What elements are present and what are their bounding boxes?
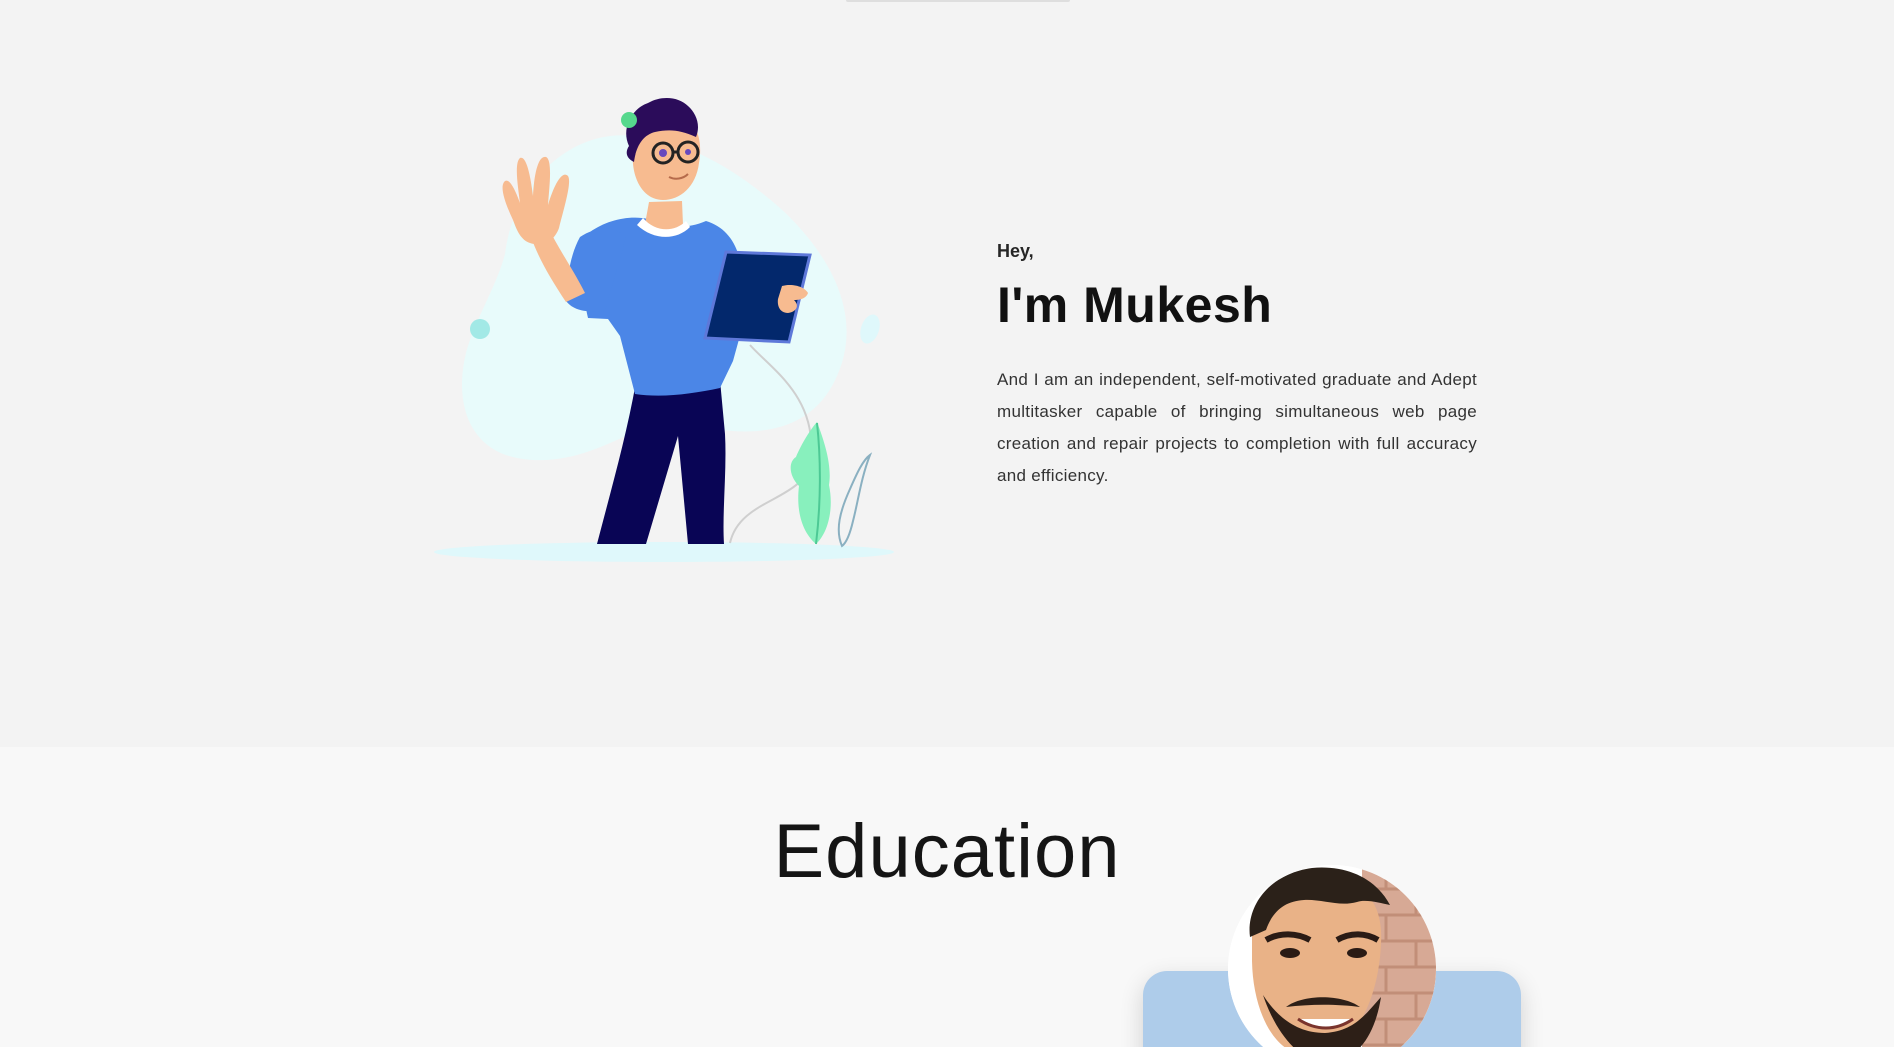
plant-outline: [837, 452, 873, 548]
education-heading: Education: [773, 809, 1121, 894]
illustration-dot-left: [470, 319, 490, 339]
hero-description: And I am an independent, self-motivated …: [997, 370, 1477, 485]
hero-title: I'm Mukesh: [997, 277, 1273, 333]
illustration-ground-shadow: [434, 542, 894, 562]
right-eye: [685, 149, 691, 155]
education-section: Education: [0, 747, 1894, 1047]
waving-person-illustration: [434, 97, 894, 562]
hero-greeting: Hey,: [997, 241, 1034, 261]
illustration-dot-right: [860, 314, 880, 344]
right-eye-photo: [1347, 948, 1367, 958]
top-nav-tab-edge: [846, 0, 1070, 2]
hero-introduction: Hey, I'm Mukesh And I am an independent,…: [997, 238, 1477, 492]
hero-section: Hey, I'm Mukesh And I am an independent,…: [0, 0, 1894, 747]
portfolio-page: Hey, I'm Mukesh And I am an independent,…: [0, 0, 1894, 1047]
left-eye-photo: [1280, 948, 1300, 958]
plant-front: [790, 422, 831, 544]
left-eye: [659, 149, 667, 157]
hair-bun: [621, 112, 637, 128]
